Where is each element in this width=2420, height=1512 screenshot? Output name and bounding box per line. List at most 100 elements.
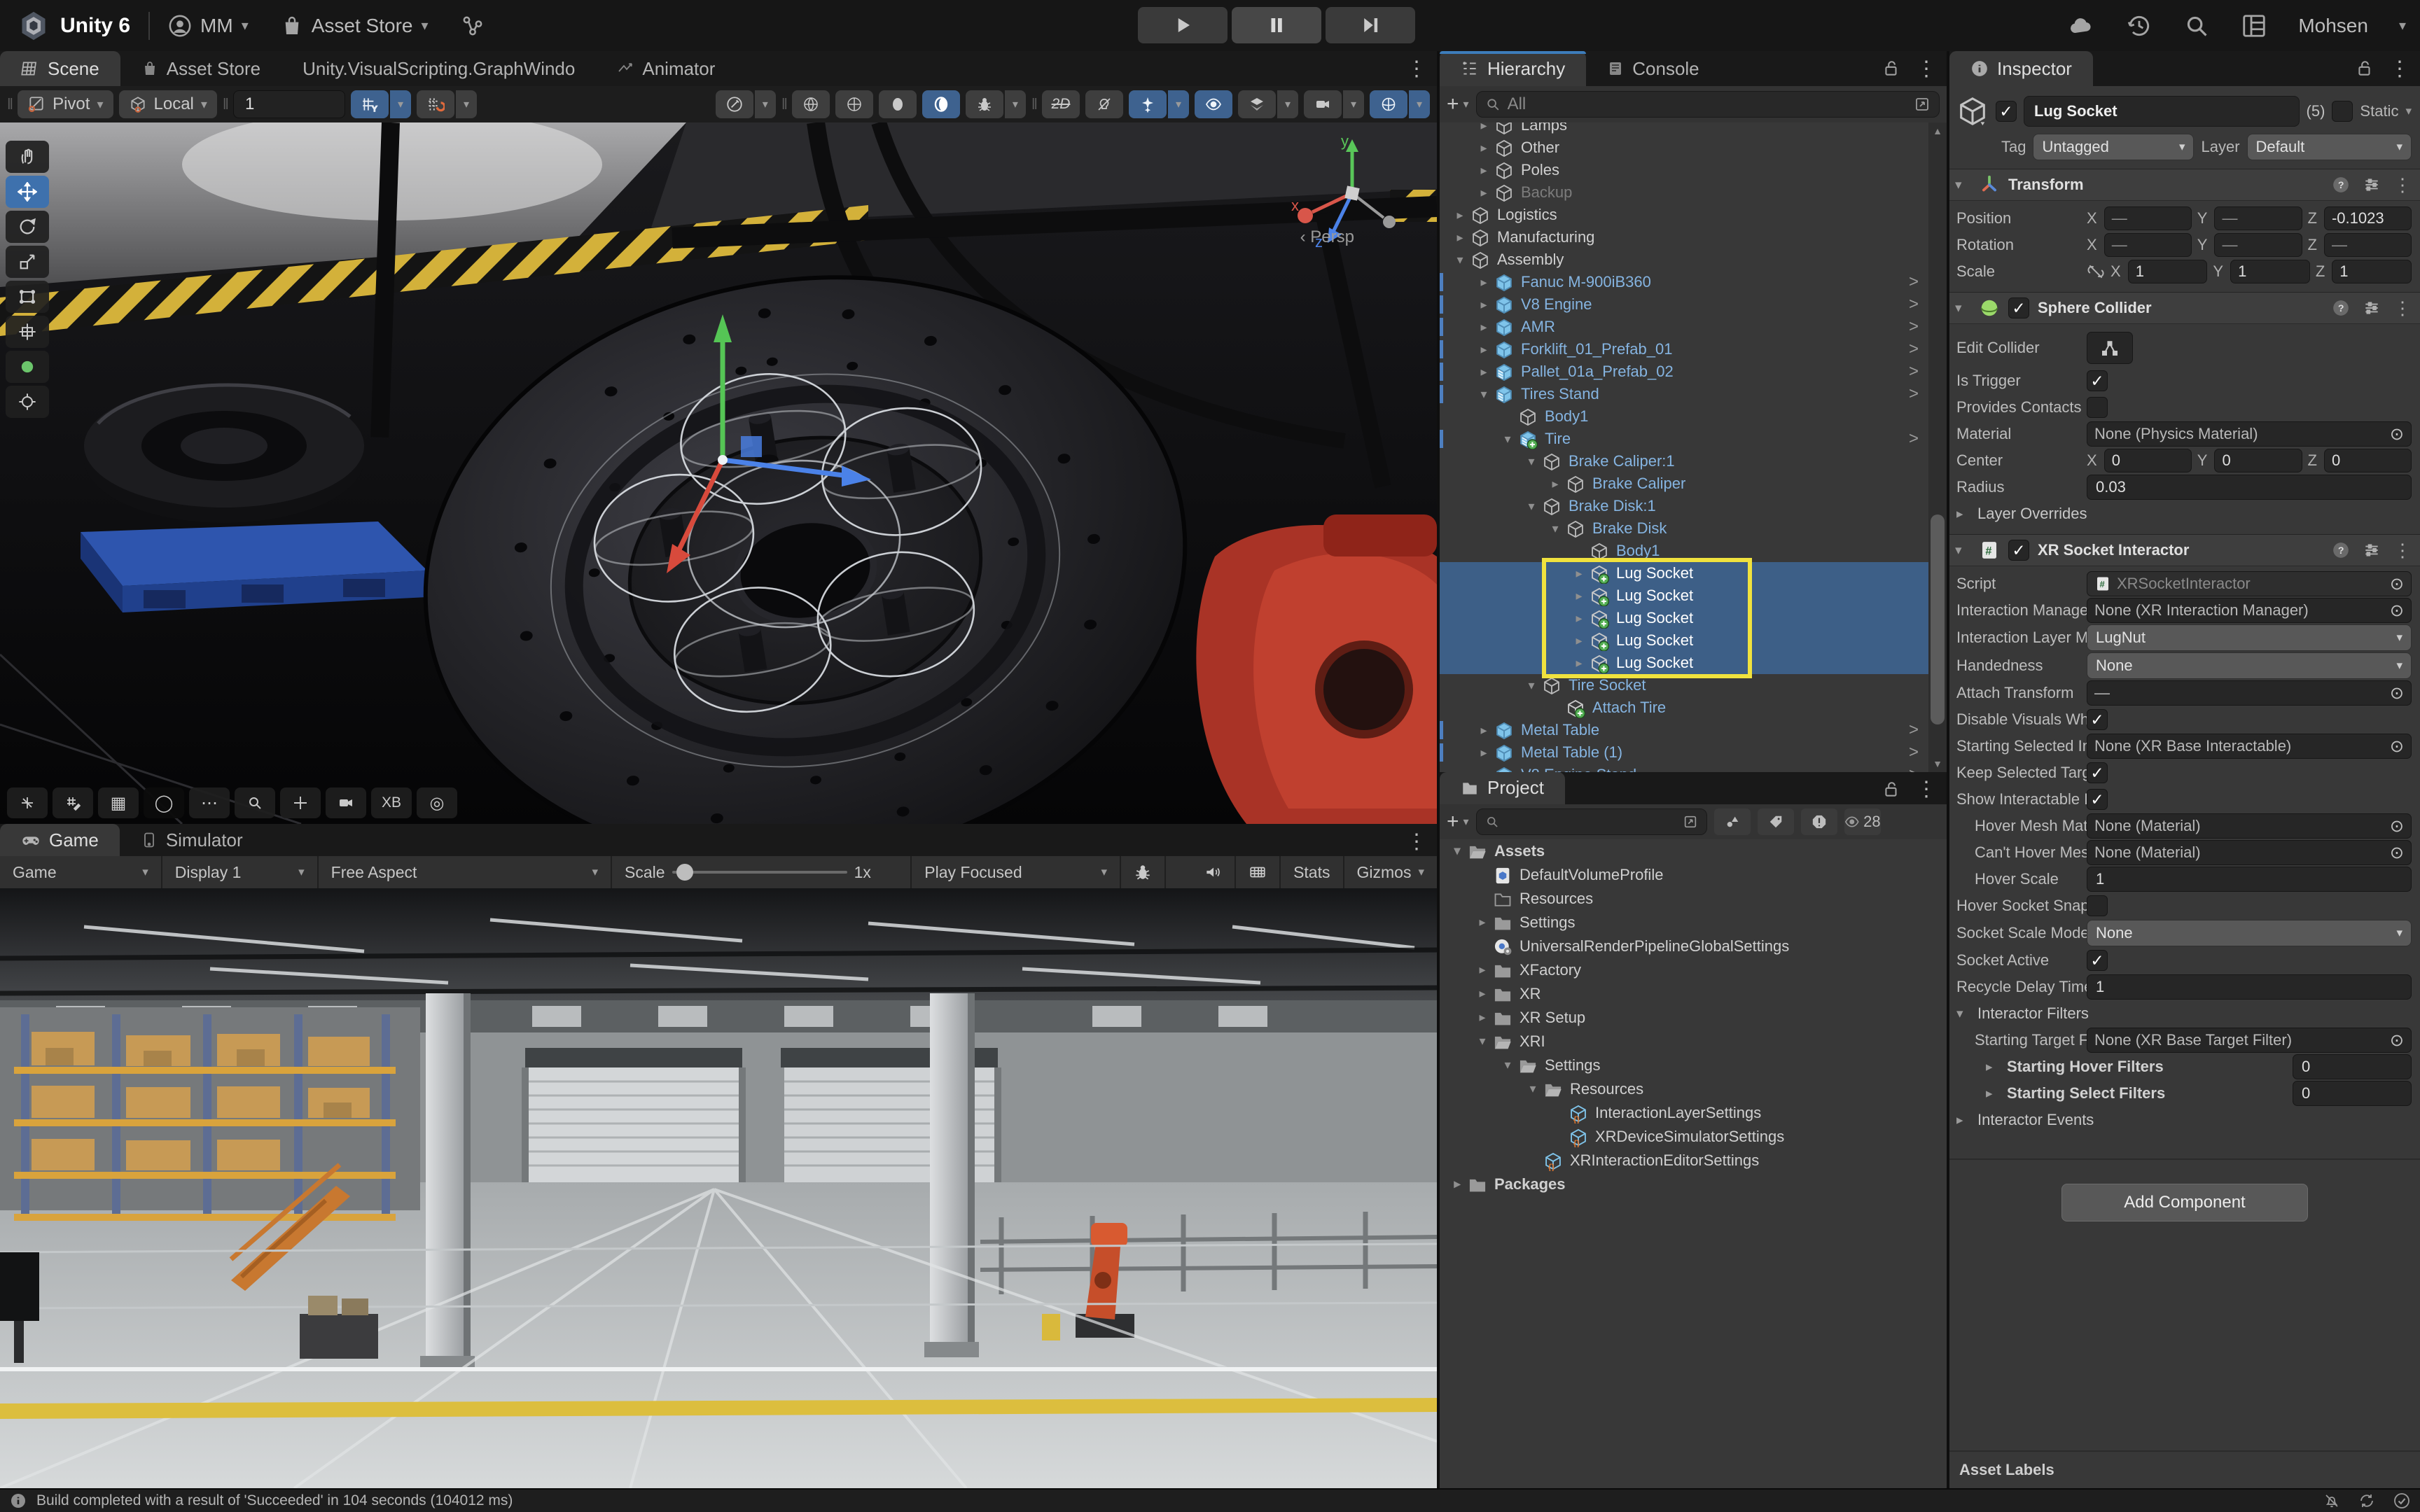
hierarchy-item[interactable]: Body1 [1440,405,1928,428]
static-checkbox[interactable] [2332,101,2353,122]
layout-icon[interactable] [2241,13,2267,39]
object-picker-icon[interactable]: ⊙ [2390,1030,2404,1051]
cloud-icon[interactable] [2067,12,2095,40]
game-viewport[interactable] [0,888,1437,1488]
object-picker-icon[interactable]: ⊙ [2390,736,2404,757]
expand-arrow-icon[interactable]: ▸ [1472,962,1493,977]
foldout-row[interactable]: ▸Layer Overrides [1949,500,2420,527]
object-picker-field[interactable]: None (XR Interaction Manager)⊙ [2087,598,2412,623]
history-icon[interactable] [2126,13,2153,39]
project-item[interactable]: ▾ Resources [1440,1077,1947,1101]
hierarchy-item[interactable]: ▸ Manufacturing [1440,226,1928,248]
expand-arrow-icon[interactable]: ▸ [1473,365,1494,379]
expand-arrow-icon[interactable]: ▸ [1472,986,1493,1001]
expand-arrow-icon[interactable]: ▸ [1472,915,1493,930]
expand-arrow-icon[interactable]: ▸ [1473,163,1494,178]
hierarchy-item[interactable]: Attach Tire [1440,696,1928,719]
hierarchy-item[interactable]: ▸ V8 Engine > [1440,293,1928,316]
expand-arrow-icon[interactable]: ▸ [1569,566,1590,581]
hierarchy-item[interactable]: ▸ Lug Socket [1440,562,1928,584]
expand-arrow-icon[interactable]: ▸ [1473,122,1494,133]
object-picker-icon[interactable]: ⊙ [2390,574,2404,594]
object-picker-icon[interactable]: ⊙ [2390,601,2404,621]
kebab-menu-icon[interactable]: ⋮ [2393,298,2412,319]
visible-count-indicator[interactable]: 28 [1844,808,1881,835]
object-picker-field[interactable]: #XRSocketInteractor⊙ [2087,571,2412,596]
object-picker-field[interactable]: None (Physics Material)⊙ [2087,421,2412,447]
project-item[interactable]: DefaultVolumeProfile [1440,863,1947,887]
expand-arrow-icon[interactable]: ▸ [1569,634,1590,648]
enum-dropdown[interactable]: None▾ [2087,652,2412,679]
object-picker-icon[interactable]: ⊙ [2390,424,2404,444]
project-item[interactable]: Resources [1440,887,1947,911]
add-component-button[interactable]: Add Component [2061,1184,2308,1222]
scroll-down-icon[interactable]: ▼ [1928,755,1947,772]
kebab-menu-icon[interactable]: ⋮ [2393,540,2412,561]
mute-audio-button[interactable] [1191,856,1236,888]
checkbox[interactable]: ✓ [2087,950,2108,971]
hierarchy-item[interactable]: ▸ AMR > [1440,316,1928,338]
object-picker-field[interactable]: None (XR Base Target Filter)⊙ [2087,1028,2412,1053]
open-prefab-arrow[interactable]: > [1909,340,1919,359]
axis-input[interactable]: 0 [2214,449,2302,472]
object-picker-icon[interactable]: ⊙ [2390,683,2404,704]
scene-camera-caret[interactable]: ▾ [1343,90,1364,118]
hierarchy-item[interactable]: ▸ Lug Socket [1440,607,1928,629]
object-picker-icon[interactable]: ⊙ [2390,816,2404,836]
checkbox[interactable]: ✓ [2087,789,2108,810]
expand-arrow-icon[interactable]: ▸ [1473,342,1494,357]
axis-input[interactable]: -0.1023 [2324,206,2412,230]
axis-input[interactable]: 1 [2230,260,2310,284]
open-prefab-arrow[interactable]: > [1909,272,1919,292]
axis-input[interactable]: — [2214,206,2302,230]
expand-arrow-icon[interactable]: ▾ [1545,522,1566,536]
list-size-input[interactable]: 0 [2293,1054,2412,1079]
active-checkbox[interactable]: ✓ [1996,101,2017,122]
kebab-menu-icon[interactable]: ⋮ [2389,57,2410,81]
expand-arrow-icon[interactable]: ▸ [1473,186,1494,200]
expand-arrow-icon[interactable]: ▾ [1447,844,1468,858]
effects-toggle-button[interactable] [1129,90,1167,118]
checkbox[interactable] [2087,895,2108,916]
effects-caret[interactable]: ▾ [1168,90,1189,118]
project-item[interactable]: {} InteractionLayerSettings [1440,1101,1947,1125]
project-item[interactable]: ▾ XRI [1440,1030,1947,1054]
hierarchy-item[interactable]: ▾ Tire > [1440,428,1928,450]
layers-button[interactable] [1238,90,1276,118]
scale-slider[interactable] [672,871,847,874]
expand-arrow-icon[interactable]: ▸ [1569,589,1590,603]
hierarchy-item[interactable]: ▾ Tires Stand > [1440,383,1928,405]
hierarchy-item[interactable]: ▾ Tire Socket [1440,674,1928,696]
checkbox[interactable]: ✓ [2087,762,2108,783]
xb-overlay-button[interactable]: XB [371,788,412,818]
axis-input[interactable]: — [2214,233,2302,257]
focus-overlay-button[interactable]: ◯ [144,788,184,818]
hierarchy-search-input[interactable]: All [1476,91,1940,118]
version-control-button[interactable] [461,14,485,38]
project-item[interactable]: ▸ XR Setup [1440,1006,1947,1030]
grid-overlay-button[interactable]: ▦ [98,788,139,818]
expand-arrow-icon[interactable]: ▾ [1522,1082,1543,1096]
component-header[interactable]: ▾ ✓ Sphere Collider ?⋮ [1949,292,2420,324]
kebab-menu-icon[interactable]: ⋮ [1916,57,1937,81]
search-warnings-button[interactable] [1801,808,1837,835]
object-picker-field[interactable]: None (Material)⊙ [2087,813,2412,839]
hierarchy-item[interactable]: ▸ Brake Caliper [1440,472,1928,495]
scroll-up-icon[interactable]: ▲ [1928,122,1947,139]
tab-console[interactable]: Console [1586,51,1720,86]
link-broken-icon[interactable] [2087,262,2105,281]
presets-icon[interactable] [2363,299,2381,317]
hierarchy-item[interactable]: ▾ Brake Disk:1 [1440,495,1928,517]
static-caret[interactable]: ▾ [2405,104,2412,118]
component-enabled-checkbox[interactable]: ✓ [2008,298,2029,318]
debug-game-button[interactable] [1121,856,1166,888]
tab-hierarchy[interactable]: Hierarchy [1440,51,1586,86]
expand-arrow-icon[interactable]: ▸ [1473,320,1494,335]
hierarchy-item[interactable]: ▸ Forklift_01_Prefab_01 > [1440,338,1928,360]
project-item[interactable]: ▸ Settings [1440,911,1947,934]
grid-axis-button[interactable]: Y [351,90,389,118]
project-item[interactable]: UniversalRenderPipelineGlobalSettings [1440,934,1947,958]
user-menu[interactable]: Mohsen [2298,15,2368,37]
metrics-button[interactable] [1236,856,1281,888]
grid-axis-caret[interactable]: ▾ [390,90,411,118]
